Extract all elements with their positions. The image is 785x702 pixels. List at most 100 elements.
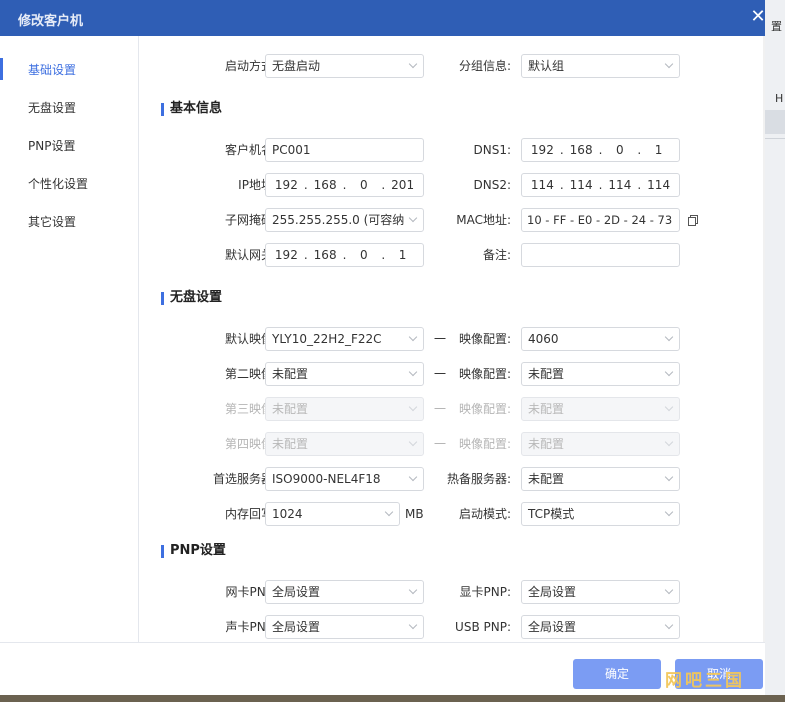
copy-icon[interactable] <box>688 215 698 226</box>
dns2-input[interactable]: 114. 114. 114. 114 <box>521 173 680 197</box>
ip-octet: 114 <box>608 178 632 192</box>
edit-client-dialog: 修改客户机 ✕ 基础设置 无盘设置 PNP设置 个性化设置 其它设置 启动方式:… <box>0 0 765 695</box>
config2-value: 未配置 <box>528 367 565 381</box>
gpu-pnp-select[interactable]: 全局设置 <box>521 580 680 604</box>
chevron-down-icon <box>665 510 673 518</box>
sidebar-item-basic[interactable]: 基础设置 <box>0 52 137 86</box>
image4-label: 第四映像: <box>224 437 277 451</box>
config4-select: 未配置 <box>521 432 680 456</box>
ip-label: IP地址: <box>238 178 277 192</box>
config1-value: 4060 <box>528 332 559 346</box>
backup-server-label: 热备服务器: <box>446 472 511 486</box>
config3-select: 未配置 <box>521 397 680 421</box>
config3-label: 映像配置: <box>458 402 511 416</box>
chevron-down-icon <box>665 62 673 70</box>
image1-value: YLY10_22H2_F22C <box>272 332 382 346</box>
chevron-down-icon <box>665 588 673 596</box>
ip-dot: . <box>559 143 564 157</box>
ip-dot: . <box>342 178 347 192</box>
mac-input[interactable]: 10 - FF - E0 - 2D - 24 - 73 <box>521 208 680 232</box>
dialog-title: 修改客户机 <box>18 14 84 29</box>
chevron-down-icon <box>665 623 673 631</box>
ip-octet: 192 <box>530 143 554 157</box>
sidebar-item-label: 无盘设置 <box>28 101 77 115</box>
usb-pnp-select[interactable]: 全局设置 <box>521 615 680 639</box>
primary-server-value: ISO9000-NEL4F18 <box>272 472 381 486</box>
boot-protocol-label: 启动模式: <box>458 507 511 521</box>
boot-protocol-select[interactable]: TCP模式 <box>521 502 680 526</box>
usb-pnp-value: 全局设置 <box>528 620 577 634</box>
ip-octet: 168 <box>313 178 337 192</box>
config4-value: 未配置 <box>528 437 565 451</box>
chevron-down-icon <box>665 475 673 483</box>
chevron-down-icon <box>665 440 673 448</box>
ip-dot: . <box>303 178 308 192</box>
ip-octet: 192 <box>274 178 298 192</box>
group-select[interactable]: 默认组 <box>521 54 680 78</box>
image3-value: 未配置 <box>272 402 309 416</box>
image4-value: 未配置 <box>272 437 309 451</box>
backup-server-value: 未配置 <box>528 472 565 486</box>
write-cache-label: 内存回写: <box>224 507 277 521</box>
config4-label: 映像配置: <box>458 437 511 451</box>
ip-dot: . <box>598 178 603 192</box>
ip-dot: . <box>303 248 308 262</box>
ip-octet: 168 <box>313 248 337 262</box>
config2-select[interactable]: 未配置 <box>521 362 680 386</box>
ip-octet: 1 <box>654 143 663 157</box>
ip-octet: 168 <box>569 143 593 157</box>
sidebar-item-label: 基础设置 <box>28 63 77 77</box>
gateway-label: 默认网关: <box>224 248 277 262</box>
section-basic-info: 基本信息 <box>161 100 222 118</box>
mac-label: MAC地址: <box>456 213 511 227</box>
group-value: 默认组 <box>528 59 565 73</box>
gpu-pnp-value: 全局设置 <box>528 585 577 599</box>
image2-label: 第二映像: <box>224 367 277 381</box>
group-label: 分组信息: <box>458 59 511 73</box>
image2-value: 未配置 <box>272 367 309 381</box>
ip-dot: . <box>637 178 642 192</box>
primary-server-label: 首选服务器: <box>212 472 277 486</box>
dialog-titlebar: 修改客户机 ✕ <box>0 0 765 36</box>
watermark-logo: 网吧三国 <box>665 671 745 691</box>
note-label: 备注: <box>482 248 511 262</box>
sidebar-item-label: 其它设置 <box>28 215 77 229</box>
sidebar-item-diskless[interactable]: 无盘设置 <box>0 90 137 124</box>
content-scrollbar[interactable] <box>763 36 765 642</box>
ip-octet: 192 <box>274 248 298 262</box>
ip-dot: . <box>342 248 347 262</box>
sidebar-item-personalize[interactable]: 个性化设置 <box>0 166 137 200</box>
ok-button[interactable]: 确定 <box>573 659 661 689</box>
ip-octet: 114 <box>530 178 554 192</box>
dns1-input[interactable]: 192. 168. 0. 1 <box>521 138 680 162</box>
sound-pnp-label: 声卡PNP: <box>225 620 278 634</box>
gpu-pnp-label: 显卡PNP: <box>459 585 512 599</box>
ip-octet: 114 <box>647 178 671 192</box>
hostname-label: 客户机名: <box>224 143 277 157</box>
sidebar-item-pnp[interactable]: PNP设置 <box>0 128 137 162</box>
boot-protocol-value: TCP模式 <box>528 507 575 521</box>
section-diskless: 无盘设置 <box>161 289 222 307</box>
ip-dot: . <box>559 178 564 192</box>
boot-mode-value: 无盘启动 <box>272 59 321 73</box>
backup-server-select[interactable]: 未配置 <box>521 467 680 491</box>
ip-octet: 0 <box>616 143 624 157</box>
background-divider <box>765 138 785 139</box>
note-input[interactable] <box>521 243 680 267</box>
boot-mode-label: 启动方式: <box>224 59 277 73</box>
close-icon[interactable]: ✕ <box>748 7 765 27</box>
settings-sidebar: 基础设置 无盘设置 PNP设置 个性化设置 其它设置 <box>0 36 139 642</box>
config1-label: 映像配置: <box>458 332 511 346</box>
sidebar-item-label: 个性化设置 <box>28 177 89 191</box>
config3-value: 未配置 <box>528 402 565 416</box>
sound-pnp-value: 全局设置 <box>272 620 321 634</box>
sidebar-item-other[interactable]: 其它设置 <box>0 204 137 238</box>
background-text: H <box>775 92 784 105</box>
config1-select[interactable]: 4060 <box>521 327 680 351</box>
desktop-strip <box>0 695 785 702</box>
dialog-footer: 确定 取消 <box>0 642 765 695</box>
ip-dot: . <box>598 143 603 157</box>
hostname-value: PC001 <box>272 143 311 157</box>
dns2-label: DNS2: <box>473 178 511 192</box>
usb-pnp-label: USB PNP: <box>455 620 511 634</box>
